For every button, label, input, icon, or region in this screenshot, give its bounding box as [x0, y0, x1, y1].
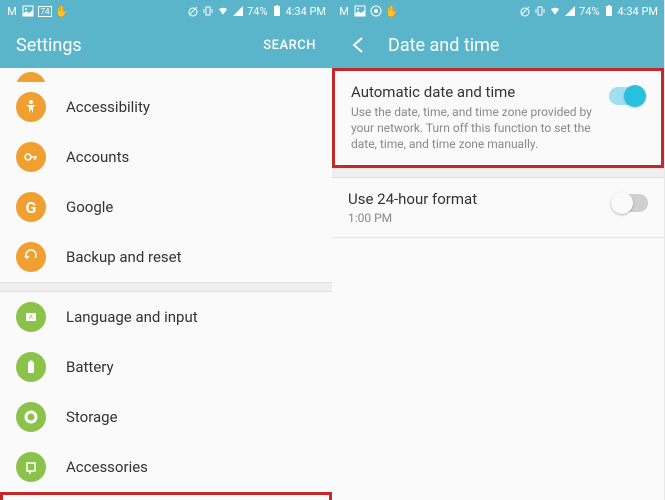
item-label: Accessibility [66, 98, 150, 116]
page-title: Date and time [388, 35, 648, 56]
search-button[interactable]: SEARCH [263, 38, 316, 53]
battery-icon [16, 352, 46, 382]
battery-icon [271, 5, 283, 17]
svg-text:A: A [29, 314, 33, 321]
toggle-auto-datetime[interactable] [609, 87, 645, 105]
vibrate-icon [202, 5, 214, 17]
list-item-google[interactable]: G Google [0, 182, 332, 232]
list-item-partial [0, 68, 332, 82]
setting-title: Use 24-hour format [348, 190, 600, 208]
toggle-24hour[interactable] [612, 194, 648, 212]
battery-pct: 74% [247, 5, 267, 18]
list-item-language[interactable]: A Language and input [0, 292, 332, 342]
status-right: 74% 4:34 PM [519, 5, 658, 18]
google-g-icon: G [16, 192, 46, 222]
vibrate-icon [534, 5, 546, 17]
divider [332, 237, 664, 238]
status-left: M 74 ✋ [6, 5, 68, 17]
setting-desc: Use the date, time, and time zone provid… [351, 104, 597, 153]
section-divider [332, 168, 664, 178]
date-time-screen: M ✋ 74% 4:34 PM Date and time Automatic … [332, 0, 664, 500]
m-icon: M [338, 5, 350, 17]
item-label: Language and input [66, 308, 198, 326]
list-item-accounts[interactable]: Accounts [0, 132, 332, 182]
m-icon: M [6, 5, 18, 17]
list-item-accessibility[interactable]: Accessibility [0, 82, 332, 132]
image-icon [22, 5, 34, 17]
hand-icon: ✋ [56, 5, 68, 17]
language-icon: A [16, 302, 46, 332]
settings-header: Settings SEARCH [0, 22, 332, 68]
list-item-accessories[interactable]: Accessories [0, 442, 332, 492]
settings-screen: M 74 ✋ 74% 4:34 PM Settings SEARCH Acces… [0, 0, 332, 500]
circle-icon [370, 5, 382, 17]
list-item-storage[interactable]: Storage [0, 392, 332, 442]
item-label: Accounts [66, 148, 129, 166]
wifi-icon [549, 5, 561, 17]
status-bar: M 74 ✋ 74% 4:34 PM [0, 0, 332, 22]
box-74-icon: 74 [38, 6, 52, 17]
page-title: Settings [16, 35, 263, 56]
key-icon [16, 142, 46, 172]
section-divider [0, 282, 332, 292]
status-right: 74% 4:34 PM [187, 5, 326, 18]
settings-list[interactable]: Accessibility Accounts G Google Backup a… [0, 68, 332, 500]
wifi-icon [217, 5, 229, 17]
hand-icon: ✋ [386, 5, 398, 17]
accessories-icon [16, 452, 46, 482]
setting-text: Use 24-hour format 1:00 PM [348, 190, 612, 225]
status-bar: M ✋ 74% 4:34 PM [332, 0, 664, 22]
battery-pct: 74% [579, 5, 599, 18]
setting-auto-datetime[interactable]: Automatic date and time Use the date, ti… [332, 68, 664, 168]
list-item-backup[interactable]: Backup and reset [0, 232, 332, 282]
accessibility-icon [16, 92, 46, 122]
battery-icon [603, 5, 615, 17]
item-label: Google [66, 198, 113, 216]
item-label: Accessories [66, 458, 148, 476]
image-icon [354, 5, 366, 17]
setting-sub: 1:00 PM [348, 211, 600, 225]
list-item-date-time[interactable]: Date and time [0, 492, 332, 500]
alarm-off-icon [519, 5, 531, 17]
item-label: Battery [66, 358, 114, 376]
setting-title: Automatic date and time [351, 83, 597, 101]
date-time-list: Automatic date and time Use the date, ti… [332, 68, 664, 500]
item-label: Backup and reset [66, 248, 182, 266]
setting-text: Automatic date and time Use the date, ti… [351, 83, 609, 153]
alarm-off-icon [187, 5, 199, 17]
setting-24hour[interactable]: Use 24-hour format 1:00 PM [332, 178, 664, 237]
list-item-battery[interactable]: Battery [0, 342, 332, 392]
status-time: 4:34 PM [286, 5, 326, 18]
storage-icon [16, 402, 46, 432]
signal-icon [232, 5, 244, 17]
back-button[interactable] [348, 35, 368, 55]
status-time: 4:34 PM [618, 5, 658, 18]
backup-icon [16, 242, 46, 272]
date-time-header: Date and time [332, 22, 664, 68]
status-left: M ✋ [338, 5, 398, 17]
item-label: Storage [66, 408, 118, 426]
signal-icon [564, 5, 576, 17]
